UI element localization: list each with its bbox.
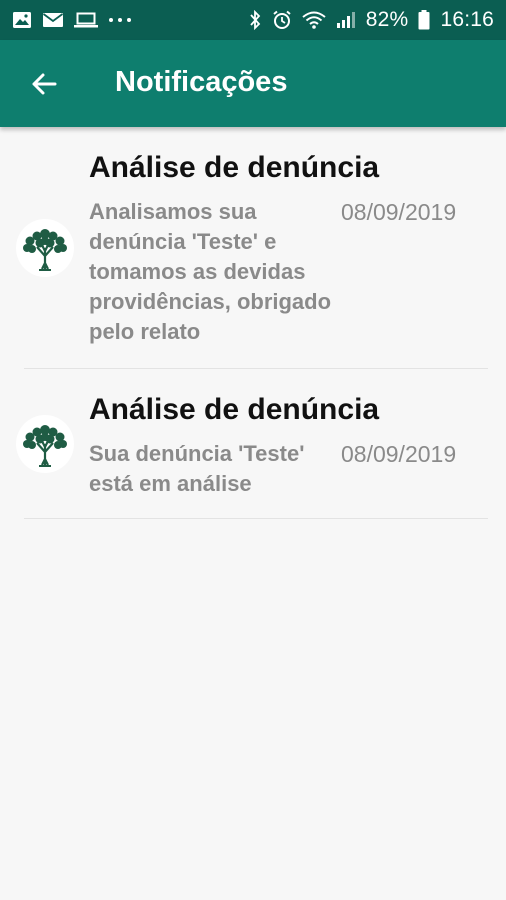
notification-body: Sua denúncia 'Teste' está em análise: [89, 441, 305, 496]
notification-item[interactable]: Análise de denúncia Analisamos sua denún…: [0, 127, 506, 369]
back-button[interactable]: [24, 64, 64, 104]
more-dots-icon: [108, 17, 132, 23]
notification-title: Análise de denúncia: [89, 393, 380, 426]
wifi-icon: [302, 11, 326, 29]
laptop-icon: [74, 12, 98, 28]
arrow-left-icon: [31, 72, 57, 96]
alarm-icon: [272, 10, 292, 30]
notification-title: Análise de denúncia: [89, 151, 380, 184]
battery-percent: 82%: [365, 8, 409, 31]
page-title: Notificações: [115, 66, 288, 98]
image-icon: [12, 11, 32, 29]
status-bar: 82% 16:16: [0, 0, 506, 40]
signal-icon: [336, 11, 356, 29]
notification-date: 08/09/2019: [341, 199, 457, 225]
battery-icon: [418, 10, 430, 30]
email-icon: [42, 12, 64, 28]
status-bar-left: [12, 11, 132, 29]
tree-icon: [16, 415, 74, 473]
notification-body: Analisamos sua denúncia 'Teste' e tomamo…: [89, 199, 332, 344]
status-bar-right: 82% 16:16: [248, 8, 494, 32]
notification-date: 08/09/2019: [341, 441, 457, 467]
clock-time: 16:16: [440, 8, 494, 31]
app-bar: Notificações: [0, 40, 506, 127]
divider: [24, 518, 488, 519]
bluetooth-icon: [248, 10, 262, 30]
notification-item[interactable]: Análise de denúncia Sua denúncia 'Teste'…: [0, 369, 506, 519]
tree-icon: [16, 219, 74, 277]
